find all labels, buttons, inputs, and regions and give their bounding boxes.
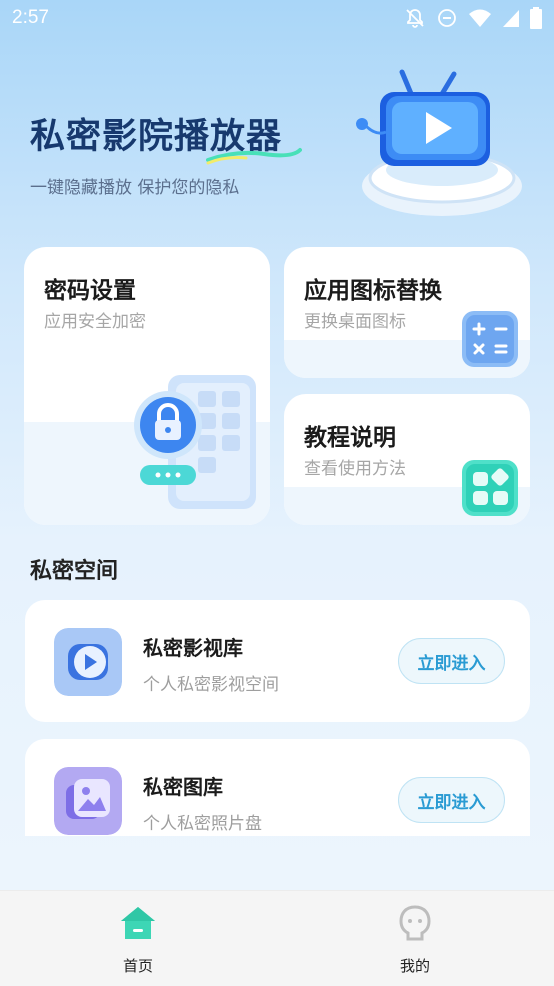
status-bar: 2:57 <box>0 0 554 36</box>
apps-grid-icon <box>462 460 518 516</box>
icon-swap-title: 应用图标替换 <box>304 278 442 304</box>
home-icon <box>121 907 155 939</box>
nav-item-home[interactable]: 首页 <box>98 905 178 976</box>
tutorial-title: 教程说明 <box>304 425 396 451</box>
video-library-title: 私密影视库 <box>143 636 243 660</box>
notifications-off-icon <box>404 7 426 29</box>
enter-video-library-button[interactable]: 立即进入 <box>398 638 505 684</box>
password-settings-title: 密码设置 <box>44 278 136 304</box>
nav-label-home: 首页 <box>122 957 153 975</box>
icon-swap-card[interactable]: 应用图标替换 更换桌面图标 <box>284 247 530 378</box>
private-video-library-item[interactable]: 私密影视库 个人私密影视空间 立即进入 <box>25 600 530 722</box>
private-space-title: 私密空间 <box>30 559 119 584</box>
private-gallery-item[interactable]: 私密图库 个人私密照片盘 立即进入 <box>25 739 530 836</box>
nav-label-mine: 我的 <box>399 957 430 975</box>
app-subtitle: 一键隐藏播放 保护您的隐私 <box>30 178 240 198</box>
calculator-icon <box>462 311 518 367</box>
profile-icon <box>399 905 431 941</box>
phone-lock-illustration <box>134 375 256 509</box>
hero: 私密影院播放器 一键隐藏播放 保护您的隐私 <box>30 108 302 198</box>
wifi-icon <box>468 7 492 29</box>
video-library-subtitle: 个人私密影视空间 <box>143 675 279 695</box>
password-settings-card[interactable]: 密码设置 应用安全加密 <box>24 247 270 525</box>
status-time: 2:57 <box>12 7 49 28</box>
video-library-icon <box>54 628 122 696</box>
gallery-subtitle: 个人私密照片盘 <box>143 814 262 834</box>
signal-icon <box>502 8 520 28</box>
tv-illustration <box>356 69 522 216</box>
tutorial-card[interactable]: 教程说明 查看使用方法 <box>284 394 530 525</box>
bottom-nav: 首页 我的 <box>0 890 554 986</box>
do-not-disturb-icon <box>436 7 458 29</box>
tutorial-subtitle: 查看使用方法 <box>304 459 406 479</box>
enter-gallery-button[interactable]: 立即进入 <box>398 777 505 823</box>
password-settings-subtitle: 应用安全加密 <box>44 312 146 332</box>
icon-swap-subtitle: 更换桌面图标 <box>304 312 406 332</box>
gallery-title: 私密图库 <box>143 775 223 799</box>
gallery-icon <box>54 767 122 835</box>
nav-item-mine[interactable]: 我的 <box>375 905 455 976</box>
title-underline-decoration <box>206 148 302 165</box>
battery-icon <box>530 7 542 29</box>
status-icons <box>404 7 542 29</box>
